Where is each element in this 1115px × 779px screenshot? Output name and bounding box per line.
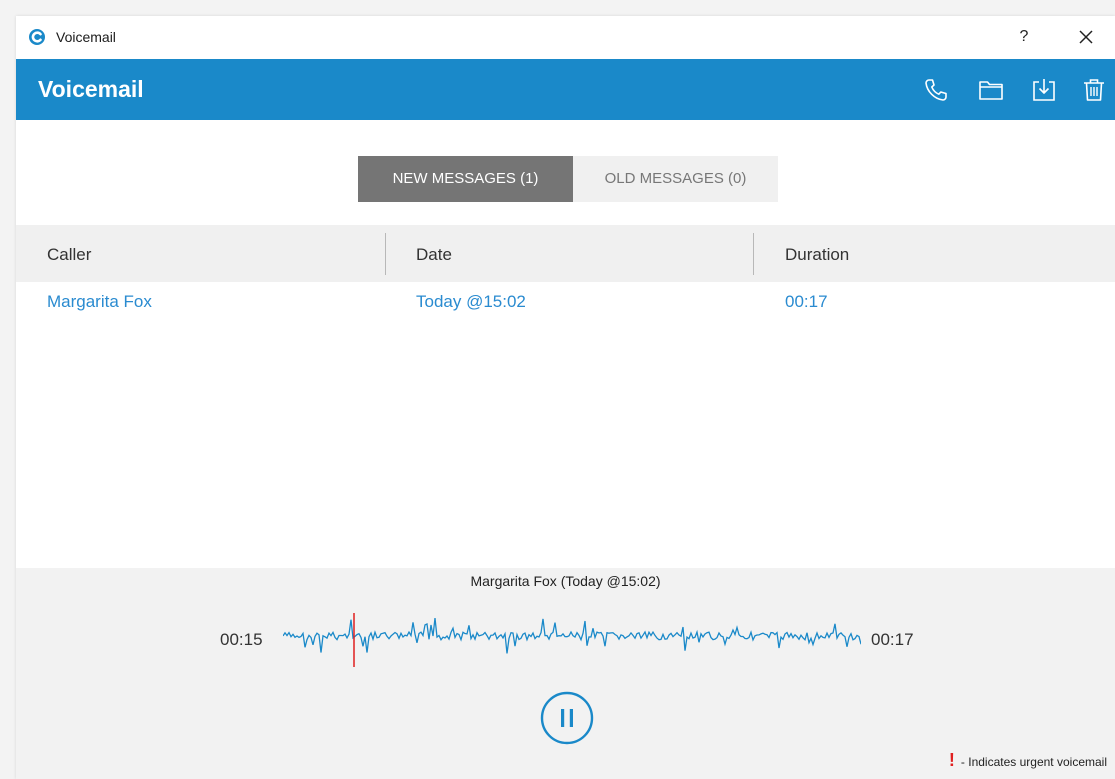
urgent-mark: ! bbox=[948, 750, 955, 770]
title-bar: Voicemail ? bbox=[16, 16, 1115, 59]
urgent-legend: ! - Indicates urgent voicemail bbox=[949, 750, 1107, 771]
date-cell: Today @15:02 bbox=[416, 292, 526, 311]
tab-new-messages[interactable]: NEW MESSAGES (1) bbox=[358, 156, 573, 202]
table-header: Caller Date Duration bbox=[16, 225, 1115, 282]
trash-icon[interactable] bbox=[1080, 76, 1108, 104]
close-icon[interactable] bbox=[1074, 25, 1098, 49]
page-title: Voicemail bbox=[38, 76, 144, 102]
total-time: 00:17 bbox=[871, 630, 914, 649]
column-divider[interactable] bbox=[385, 233, 386, 275]
folder-icon[interactable] bbox=[977, 76, 1005, 104]
column-header-caller[interactable]: Caller bbox=[47, 245, 91, 265]
legend-text: - Indicates urgent voicemail bbox=[960, 755, 1107, 769]
app-logo-icon bbox=[29, 29, 45, 45]
help-button[interactable]: ? bbox=[1012, 25, 1036, 49]
header-bar: Voicemail bbox=[16, 59, 1115, 120]
duration-cell: 00:17 bbox=[785, 292, 828, 311]
phone-icon[interactable] bbox=[922, 76, 950, 104]
voicemail-player: Margarita Fox (Today @15:02) 00:15 00:17… bbox=[16, 568, 1115, 779]
window-title: Voicemail bbox=[56, 29, 116, 45]
column-header-duration[interactable]: Duration bbox=[785, 245, 849, 265]
tab-old-messages[interactable]: OLD MESSAGES (0) bbox=[573, 156, 778, 202]
player-title: Margarita Fox (Today @15:02) bbox=[470, 573, 661, 589]
voicemail-window: Voicemail ? Voicemail NEW MESSAGES (1) O… bbox=[16, 16, 1115, 779]
download-icon[interactable] bbox=[1030, 76, 1058, 104]
caller-cell: Margarita Fox bbox=[47, 292, 152, 311]
audio-waveform[interactable] bbox=[283, 613, 861, 673]
column-header-date[interactable]: Date bbox=[416, 245, 452, 265]
table-row[interactable]: Margarita Fox Today @15:02 00:17 bbox=[16, 282, 1115, 322]
current-time: 00:15 bbox=[220, 630, 263, 649]
waveform-trace bbox=[283, 618, 861, 654]
column-divider[interactable] bbox=[753, 233, 754, 275]
pause-icon[interactable] bbox=[540, 691, 594, 745]
